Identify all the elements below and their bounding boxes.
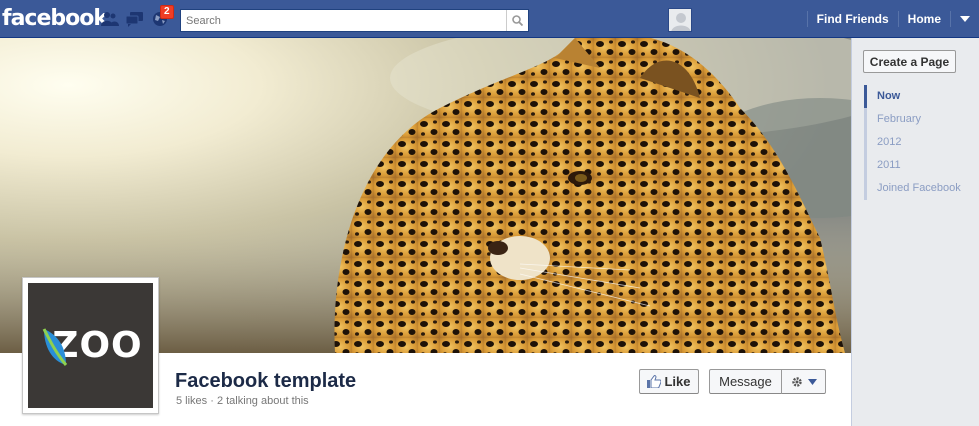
facebook-logo[interactable]: facebook	[2, 6, 108, 31]
create-page-button[interactable]: Create a Page	[863, 50, 956, 73]
notification-badge: 2	[160, 5, 174, 19]
friends-icon[interactable]	[101, 11, 119, 27]
timeline-item-2012[interactable]: 2012	[864, 131, 961, 154]
chevron-down-icon	[807, 378, 817, 385]
profile-picture[interactable]: ZOO	[22, 277, 159, 414]
find-friends-link[interactable]: Find Friends	[808, 12, 898, 26]
search-input[interactable]	[181, 10, 506, 31]
top-nav: Find Friends Home	[806, 0, 979, 38]
message-label: Message	[719, 374, 772, 389]
search-box	[180, 9, 529, 32]
timeline-item-2011[interactable]: 2011	[864, 154, 961, 177]
timeline-item-now[interactable]: Now	[864, 85, 961, 108]
like-label: Like	[664, 374, 691, 389]
gear-icon	[791, 376, 802, 387]
page-stats: 5 likes · 2 talking about this	[176, 395, 309, 407]
account-caret-icon[interactable]	[951, 0, 979, 38]
timeline-item-joined[interactable]: Joined Facebook	[864, 177, 961, 200]
right-sidebar: Create a Page Now February 2012 2011 Joi…	[851, 38, 979, 426]
messages-icon[interactable]	[125, 11, 144, 27]
like-button[interactable]: Like	[639, 369, 699, 394]
home-link[interactable]: Home	[899, 12, 950, 26]
message-button[interactable]: Message	[709, 369, 782, 394]
leaf-logo-icon	[42, 328, 68, 366]
profile-image: ZOO	[28, 283, 153, 408]
user-avatar[interactable]	[668, 8, 692, 32]
page-options-button[interactable]	[781, 369, 826, 394]
page-title[interactable]: Facebook template	[175, 370, 356, 393]
top-bar: facebook 2 Find Friends Home	[0, 0, 979, 38]
timeline-item-february[interactable]: February	[864, 108, 961, 131]
timeline-nav: Now February 2012 2011 Joined Facebook	[864, 85, 961, 200]
search-icon[interactable]	[506, 10, 528, 31]
thumbs-up-icon	[647, 375, 662, 388]
